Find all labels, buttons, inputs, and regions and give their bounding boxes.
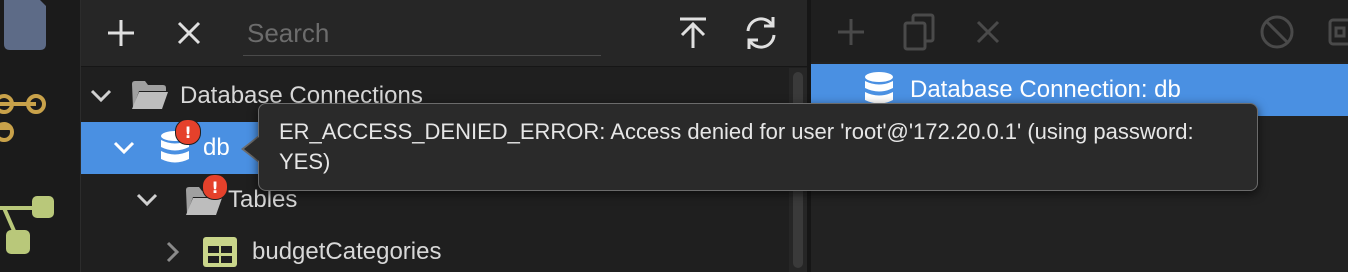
- remove-connection-button[interactable]: [169, 13, 209, 53]
- close-icon: [976, 20, 1000, 44]
- flow-tree-icon[interactable]: [0, 180, 80, 272]
- close-icon: [177, 21, 201, 45]
- chevron-down-icon[interactable]: [110, 134, 138, 162]
- app-window: Database Connections ! db: [0, 0, 1348, 272]
- error-badge-icon: !: [202, 174, 228, 200]
- refresh-icon: [746, 17, 776, 49]
- disconnect-button[interactable]: [1257, 12, 1297, 52]
- delete-button[interactable]: [968, 12, 1008, 52]
- copy-icon: [903, 13, 935, 51]
- plug-icon: [1328, 18, 1348, 46]
- chevron-right-icon[interactable]: [159, 238, 187, 266]
- tree-label-db: db: [203, 134, 230, 161]
- table-icon: [203, 237, 237, 272]
- chevron-down-icon[interactable]: [87, 82, 115, 110]
- add-button[interactable]: [831, 12, 871, 52]
- schema-graph-icon[interactable]: [0, 80, 80, 165]
- upload-button[interactable]: [673, 13, 713, 53]
- error-badge-icon: !: [175, 119, 201, 145]
- connections-toolbar: [81, 0, 807, 67]
- copy-button[interactable]: [899, 12, 939, 52]
- details-toolbar: [811, 0, 1348, 62]
- plus-icon: [108, 20, 134, 46]
- details-selected-label: Database Connection: db: [910, 76, 1181, 103]
- tooltip-arrow-fill: [244, 137, 259, 161]
- plus-icon: [838, 19, 864, 45]
- connect-button[interactable]: [1319, 12, 1348, 52]
- tree-label-table: budgetCategories: [252, 238, 442, 265]
- chevron-down-icon[interactable]: [133, 186, 161, 214]
- folder-open-icon: [131, 80, 169, 117]
- document-icon[interactable]: [0, 0, 80, 65]
- refresh-button[interactable]: [741, 13, 781, 53]
- prohibited-icon: [1260, 15, 1294, 49]
- error-tooltip-text: ER_ACCESS_DENIED_ERROR: Access denied fo…: [279, 119, 1194, 174]
- search-input[interactable]: [243, 12, 609, 55]
- activity-rail: [0, 0, 81, 272]
- search-field: [243, 12, 609, 56]
- upload-icon: [680, 17, 706, 48]
- error-tooltip: ER_ACCESS_DENIED_ERROR: Access denied fo…: [258, 103, 1258, 191]
- add-connection-button[interactable]: [101, 13, 141, 53]
- tree-row-budget-categories[interactable]: budgetCategories: [81, 226, 789, 272]
